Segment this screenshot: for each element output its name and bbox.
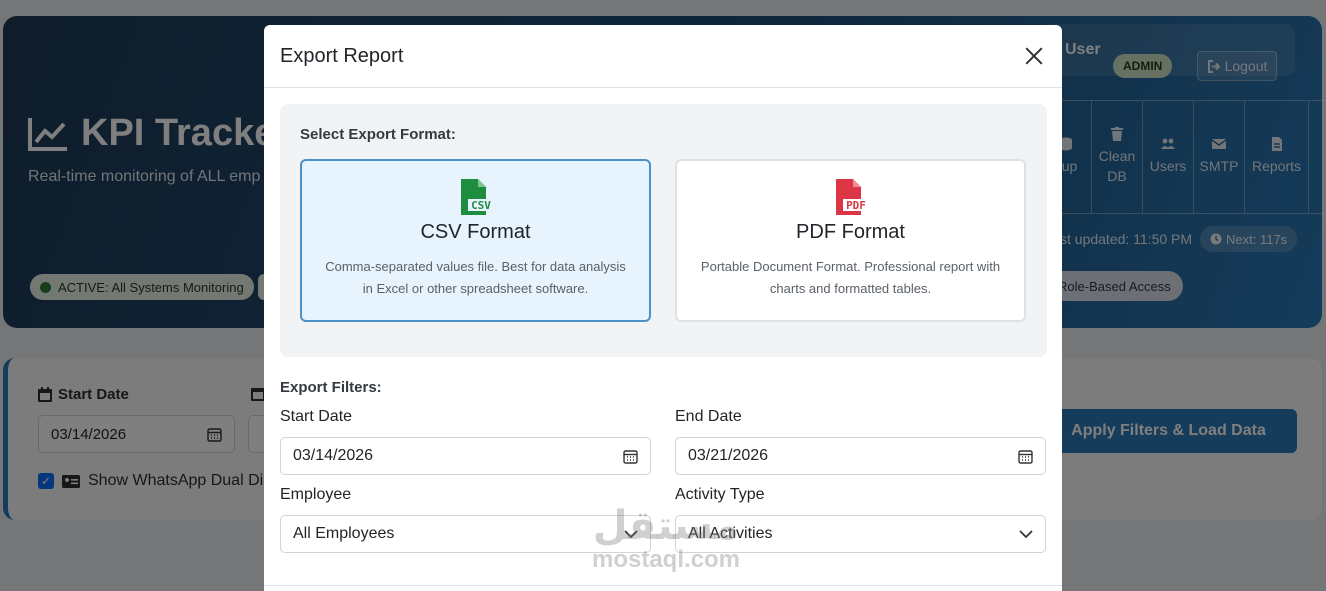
svg-text:CSV: CSV: [471, 199, 491, 212]
export-start-date-input[interactable]: 03/14/2026: [280, 437, 651, 475]
modal-title: Export Report: [280, 44, 404, 67]
end-date-label: End Date: [675, 408, 742, 425]
activity-type-label: Activity Type: [675, 486, 765, 503]
start-date-label: Start Date: [280, 408, 353, 425]
csv-format-title: CSV Format: [420, 221, 531, 243]
modal-footer-divider: [264, 585, 1062, 586]
pdf-format-title: PDF Format: [796, 221, 905, 243]
chevron-down-icon: [1019, 529, 1033, 538]
svg-text:PDF: PDF: [846, 199, 866, 212]
employee-select[interactable]: All Employees: [280, 515, 651, 553]
csv-file-icon: CSV: [460, 179, 494, 215]
calendar-picker-icon[interactable]: [1018, 449, 1033, 464]
employee-label: Employee: [280, 486, 352, 503]
close-icon[interactable]: [1022, 44, 1046, 68]
format-heading: Select Export Format:: [300, 126, 456, 143]
export-report-modal: Export Report Select Export Format: CSV …: [264, 25, 1062, 591]
calendar-picker-icon[interactable]: [623, 449, 638, 464]
export-format-panel: Select Export Format: CSV CSV Format Com…: [280, 104, 1047, 357]
csv-format-option[interactable]: CSV CSV Format Comma-separated values fi…: [300, 159, 651, 322]
pdf-file-icon: PDF: [835, 179, 869, 215]
export-end-date-input[interactable]: 03/21/2026: [675, 437, 1046, 475]
export-filters-heading: Export Filters:: [280, 379, 382, 396]
pdf-format-option[interactable]: PDF PDF Format Portable Document Format.…: [675, 159, 1026, 322]
csv-format-description: Comma-separated values file. Best for da…: [325, 259, 626, 296]
activity-type-select[interactable]: All Activities: [675, 515, 1046, 553]
chevron-down-icon: [624, 529, 638, 538]
pdf-format-description: Portable Document Format. Professional r…: [700, 259, 1001, 296]
modal-header: Export Report: [264, 25, 1062, 88]
